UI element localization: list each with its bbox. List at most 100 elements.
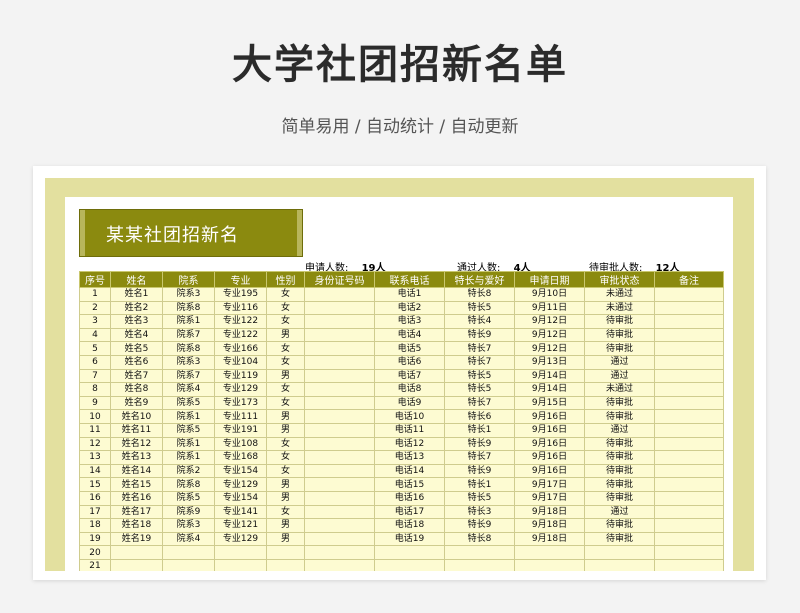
cell-id-number[interactable] [304, 463, 375, 479]
cell-department[interactable]: 院系8 [162, 300, 215, 316]
cell-remarks[interactable] [654, 518, 724, 533]
cell-approval-status[interactable]: 通过 [584, 504, 655, 520]
cell-id-number[interactable] [304, 300, 375, 316]
cell-gender[interactable]: 男 [266, 422, 305, 438]
cell-approval-status[interactable]: 待审批 [584, 395, 655, 411]
cell-department[interactable]: 院系8 [162, 341, 215, 356]
cell-gender[interactable]: 男 [266, 490, 305, 506]
cell-phone[interactable]: 电话18 [374, 518, 445, 533]
cell-index[interactable]: 11 [79, 422, 111, 438]
cell-department[interactable]: 院系1 [162, 450, 215, 465]
cell-department[interactable]: 院系3 [162, 518, 215, 533]
header-phone[interactable]: 联系电话 [374, 271, 445, 288]
cell-index[interactable]: 18 [79, 518, 111, 533]
cell-index[interactable]: 12 [79, 436, 111, 452]
cell-apply-date[interactable]: 9月17日 [514, 477, 585, 492]
cell-department[interactable]: 院系1 [162, 409, 215, 424]
cell-department[interactable]: 院系3 [162, 287, 215, 302]
cell-id-number[interactable] [304, 354, 375, 370]
cell-gender[interactable]: 男 [266, 327, 305, 343]
cell-remarks[interactable] [654, 463, 724, 479]
cell-remarks[interactable] [654, 382, 724, 397]
cell-remarks[interactable] [654, 558, 724, 571]
cell-apply-date[interactable]: 9月18日 [514, 531, 585, 547]
cell-hobby[interactable]: 特长4 [444, 314, 515, 329]
cell-id-number[interactable] [304, 518, 375, 533]
cell-approval-status[interactable]: 未通过 [584, 300, 655, 316]
cell-approval-status[interactable]: 待审批 [584, 327, 655, 343]
cell-name[interactable]: 姓名3 [110, 314, 163, 329]
cell-remarks[interactable] [654, 477, 724, 492]
cell-apply-date[interactable]: 9月12日 [514, 314, 585, 329]
cell-id-number[interactable] [304, 450, 375, 465]
cell-apply-date[interactable]: 9月16日 [514, 422, 585, 438]
cell-gender[interactable]: 男 [266, 531, 305, 547]
cell-remarks[interactable] [654, 545, 724, 560]
cell-remarks[interactable] [654, 395, 724, 411]
cell-major[interactable]: 专业154 [214, 490, 267, 506]
cell-major[interactable]: 专业168 [214, 450, 267, 465]
cell-name[interactable]: 姓名18 [110, 518, 163, 533]
cell-name[interactable]: 姓名7 [110, 368, 163, 384]
cell-approval-status[interactable]: 待审批 [584, 463, 655, 479]
cell-name[interactable]: 姓名1 [110, 287, 163, 302]
cell-department[interactable]: 院系7 [162, 327, 215, 343]
cell-department[interactable]: 院系2 [162, 463, 215, 479]
cell-department[interactable]: 院系1 [162, 436, 215, 452]
cell-index[interactable]: 10 [79, 409, 111, 424]
cell-apply-date[interactable]: 9月12日 [514, 327, 585, 343]
cell-remarks[interactable] [654, 531, 724, 547]
header-major[interactable]: 专业 [214, 271, 267, 288]
cell-approval-status[interactable] [584, 558, 655, 571]
cell-department[interactable]: 院系5 [162, 395, 215, 411]
cell-hobby[interactable]: 特长7 [444, 354, 515, 370]
cell-approval-status[interactable]: 通过 [584, 368, 655, 384]
cell-approval-status[interactable]: 待审批 [584, 409, 655, 424]
cell-gender[interactable]: 女 [266, 354, 305, 370]
cell-id-number[interactable] [304, 558, 375, 571]
cell-apply-date[interactable]: 9月11日 [514, 300, 585, 316]
cell-index[interactable]: 4 [79, 327, 111, 343]
cell-approval-status[interactable] [584, 545, 655, 560]
cell-hobby[interactable]: 特长7 [444, 395, 515, 411]
cell-major[interactable]: 专业173 [214, 395, 267, 411]
cell-gender[interactable]: 女 [266, 395, 305, 411]
cell-name[interactable]: 姓名9 [110, 395, 163, 411]
cell-phone[interactable] [374, 545, 445, 560]
cell-gender[interactable]: 男 [266, 477, 305, 492]
cell-department[interactable] [162, 558, 215, 571]
cell-apply-date[interactable]: 9月16日 [514, 450, 585, 465]
cell-id-number[interactable] [304, 409, 375, 424]
cell-department[interactable]: 院系7 [162, 368, 215, 384]
cell-phone[interactable]: 电话1 [374, 287, 445, 302]
cell-approval-status[interactable]: 通过 [584, 354, 655, 370]
cell-apply-date[interactable] [514, 558, 585, 571]
cell-index[interactable]: 8 [79, 382, 111, 397]
cell-hobby[interactable]: 特长8 [444, 531, 515, 547]
cell-gender[interactable]: 女 [266, 341, 305, 356]
cell-major[interactable]: 专业111 [214, 409, 267, 424]
cell-approval-status[interactable]: 待审批 [584, 314, 655, 329]
cell-gender[interactable]: 女 [266, 382, 305, 397]
cell-phone[interactable]: 电话13 [374, 450, 445, 465]
cell-gender[interactable]: 女 [266, 436, 305, 452]
cell-name[interactable] [110, 558, 163, 571]
cell-remarks[interactable] [654, 436, 724, 452]
cell-phone[interactable]: 电话15 [374, 477, 445, 492]
cell-remarks[interactable] [654, 300, 724, 316]
cell-major[interactable]: 专业119 [214, 368, 267, 384]
cell-phone[interactable]: 电话16 [374, 490, 445, 506]
cell-approval-status[interactable]: 待审批 [584, 518, 655, 533]
cell-name[interactable]: 姓名4 [110, 327, 163, 343]
cell-apply-date[interactable] [514, 545, 585, 560]
cell-index[interactable]: 7 [79, 368, 111, 384]
cell-name[interactable]: 姓名14 [110, 463, 163, 479]
cell-index[interactable]: 21 [79, 558, 111, 571]
cell-apply-date[interactable]: 9月18日 [514, 518, 585, 533]
cell-id-number[interactable] [304, 436, 375, 452]
cell-remarks[interactable] [654, 450, 724, 465]
cell-major[interactable] [214, 558, 267, 571]
header-id-number[interactable]: 身份证号码 [304, 271, 375, 288]
cell-gender[interactable]: 女 [266, 450, 305, 465]
cell-hobby[interactable]: 特长8 [444, 287, 515, 302]
